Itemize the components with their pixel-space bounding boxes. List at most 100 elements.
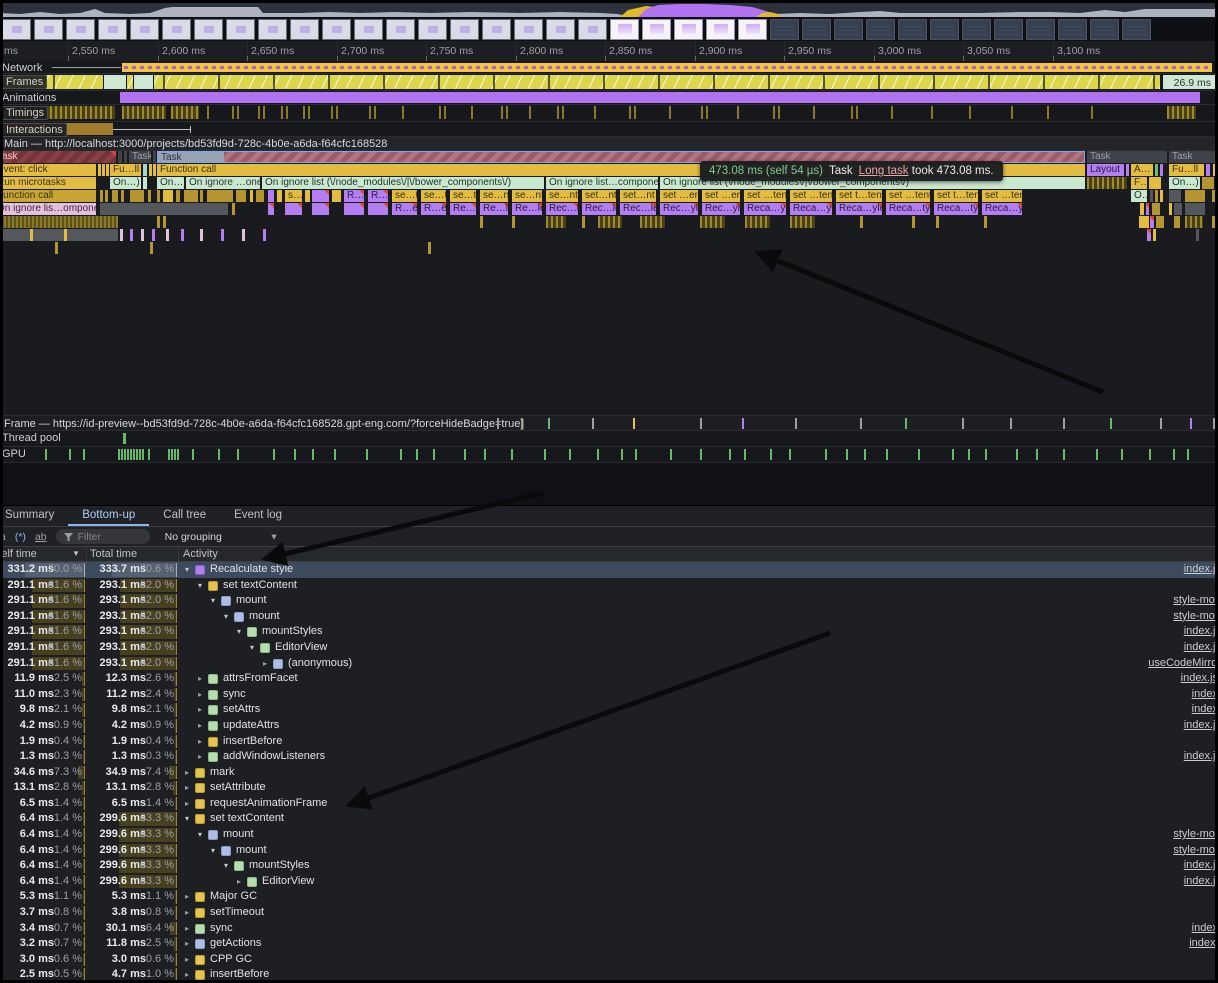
flame-bar[interactable]: Event: click — [0, 164, 96, 176]
table-row[interactable]: 331.2 ms70.0 %333.7 ms70.6 %▾Recalculate… — [0, 562, 1218, 578]
flame-bar[interactable] — [1156, 216, 1164, 228]
table-row[interactable]: 6.5 ms1.4 %6.5 ms1.4 %▸requestAnimationF… — [0, 796, 1218, 812]
filmstrip-thumbnail[interactable] — [1058, 19, 1087, 40]
filmstrip-thumbnail[interactable] — [834, 19, 863, 40]
source-link[interactable]: index.js — [1184, 749, 1218, 765]
flame-bar[interactable] — [55, 242, 58, 254]
filmstrip-thumbnail[interactable] — [418, 19, 447, 40]
column-self-time[interactable]: Self time — [0, 548, 37, 560]
flame-bar[interactable]: Reca…yle — [982, 203, 1022, 215]
table-row[interactable]: 3.4 ms0.7 %30.1 ms6.4 %▸syncindex. — [0, 921, 1218, 937]
gpu-section[interactable]: GPU — [0, 447, 1218, 463]
flame-bar[interactable]: Layout — [1087, 164, 1124, 176]
flame-bar[interactable] — [124, 151, 127, 163]
flame-bar[interactable]: s…t — [285, 190, 302, 202]
tab-call-tree[interactable]: Call tree — [149, 506, 220, 526]
flame-bar[interactable] — [105, 190, 108, 202]
expand-icon[interactable]: ▸ — [182, 936, 192, 952]
flame-bar[interactable] — [512, 216, 515, 228]
table-row[interactable]: 34.6 ms7.3 %34.9 ms7.4 %▸mark — [0, 765, 1218, 781]
expand-icon[interactable]: ▸ — [182, 967, 192, 983]
table-row[interactable]: 291.1 ms61.6 %293.1 ms62.0 %▾mountstyle-… — [0, 593, 1218, 609]
expand-icon[interactable]: ▸ — [182, 952, 192, 968]
source-link[interactable]: index.js — [1184, 640, 1218, 656]
flame-bar[interactable]: Task — [129, 151, 151, 163]
flame-bar[interactable]: se…t — [392, 190, 417, 202]
flame-bar[interactable] — [1152, 203, 1160, 215]
expand-icon[interactable]: ▸ — [195, 749, 205, 765]
table-row[interactable]: 3.0 ms0.6 %3.0 ms0.6 %▸CPP GC — [0, 952, 1218, 968]
flame-bar[interactable] — [344, 203, 364, 215]
flame-bar[interactable]: Re…e — [450, 203, 476, 215]
flame-bar[interactable] — [1155, 164, 1158, 176]
collapse-icon[interactable]: ▾ — [234, 624, 244, 640]
flame-bar[interactable]: R… — [368, 190, 388, 202]
flame-bar[interactable] — [1206, 164, 1210, 176]
flame-bar[interactable]: On…) — [157, 177, 184, 189]
filmstrip-thumbnail[interactable] — [610, 19, 639, 40]
table-row[interactable]: 5.3 ms1.1 %5.3 ms1.1 %▸Major GC — [0, 889, 1218, 905]
flame-bar[interactable] — [1213, 164, 1216, 176]
table-row[interactable]: 2.5 ms0.5 %4.7 ms1.0 %▸insertBefore — [0, 967, 1218, 983]
screenshot-filmstrip[interactable] — [0, 17, 1218, 41]
flame-bar[interactable]: Task — [0, 151, 116, 163]
main-thread-header[interactable]: Main — http://localhost:3000/projects/bd… — [0, 137, 1218, 151]
filmstrip-thumbnail[interactable] — [194, 19, 223, 40]
frames-track[interactable]: 26.9 ms Frames — [0, 74, 1218, 91]
flame-bar[interactable]: set …tent — [982, 190, 1022, 202]
flame-bar[interactable]: set t…tent — [836, 190, 882, 202]
flame-bar[interactable]: Function call — [0, 190, 96, 202]
collapse-icon[interactable]: ▾ — [208, 593, 218, 609]
flame-bar[interactable] — [153, 164, 156, 176]
collapse-icon[interactable]: ▾ — [221, 858, 231, 874]
flame-bar[interactable] — [250, 190, 253, 202]
flame-bar[interactable]: On ignore list (\/node_modules\/|\/bower… — [262, 177, 544, 189]
column-activity[interactable]: Activity — [183, 548, 218, 560]
tab-bottom-up[interactable]: Bottom-up — [68, 506, 149, 526]
collapse-icon[interactable]: ▾ — [208, 843, 218, 859]
flame-bar[interactable] — [305, 190, 310, 202]
flame-bar[interactable]: Reca…yle — [836, 203, 882, 215]
flame-bar[interactable] — [984, 216, 987, 228]
filmstrip-thumbnail[interactable] — [674, 19, 703, 40]
flame-bar[interactable] — [152, 229, 155, 241]
expand-icon[interactable]: ▸ — [182, 765, 192, 781]
expand-icon[interactable]: ▸ — [182, 796, 192, 812]
flame-bar[interactable] — [1147, 229, 1151, 241]
flame-bar[interactable] — [118, 151, 122, 163]
flame-bar[interactable] — [200, 190, 203, 202]
expand-icon[interactable]: ▸ — [182, 921, 192, 937]
collapse-icon[interactable]: ▾ — [182, 562, 192, 578]
flame-bar[interactable] — [582, 216, 585, 228]
table-row[interactable]: 6.4 ms1.4 %299.6 ms63.3 %▾mountstyle-mod — [0, 827, 1218, 843]
cpu-overview-strip[interactable] — [0, 3, 1218, 17]
flame-bar[interactable] — [912, 216, 915, 228]
frame-section[interactable]: Frame — https://id-preview--bd53fd9d-728… — [0, 415, 1218, 431]
table-row[interactable]: 6.4 ms1.4 %299.6 ms63.3 %▾set textConten… — [0, 811, 1218, 827]
expand-icon[interactable]: ▸ — [260, 656, 270, 672]
flame-bar[interactable]: On…) — [110, 177, 141, 189]
flame-bar[interactable] — [0, 229, 118, 241]
grouping-select[interactable]: No grouping ▾ — [165, 531, 277, 543]
flame-bar[interactable] — [100, 190, 103, 202]
flame-bar[interactable] — [112, 190, 118, 202]
flame-bar[interactable] — [200, 229, 203, 241]
collapse-icon[interactable]: ▾ — [247, 640, 257, 656]
flame-bar[interactable]: set t…tent — [934, 190, 978, 202]
flame-bar[interactable] — [148, 190, 151, 202]
flame-bar[interactable] — [143, 164, 147, 176]
collapse-icon[interactable]: ▾ — [195, 578, 205, 594]
timeline-ruler[interactable]: ms2,550 ms2,600 ms2,650 ms2,700 ms2,750 … — [0, 41, 1218, 62]
table-row[interactable]: 3.2 ms0.7 %11.8 ms2.5 %▸getActionsindex.… — [0, 936, 1218, 952]
flame-bar[interactable]: Rec…yle — [660, 203, 698, 215]
table-row[interactable]: 291.1 ms61.6 %293.1 ms62.0 %▸(anonymous)… — [0, 656, 1218, 672]
flame-bar[interactable] — [1160, 164, 1163, 176]
flame-bar[interactable] — [1202, 177, 1214, 189]
flame-bar[interactable]: Reca…tyle — [886, 203, 930, 215]
flame-bar[interactable]: set …tent — [790, 190, 832, 202]
flame-bar[interactable]: F…l — [1131, 177, 1147, 189]
table-row[interactable]: 6.4 ms1.4 %299.6 ms63.3 %▾mountStylesind… — [0, 858, 1218, 874]
flame-bar[interactable] — [1140, 203, 1144, 215]
filmstrip-thumbnail[interactable] — [546, 19, 575, 40]
flame-bar[interactable]: set …ent — [660, 190, 698, 202]
